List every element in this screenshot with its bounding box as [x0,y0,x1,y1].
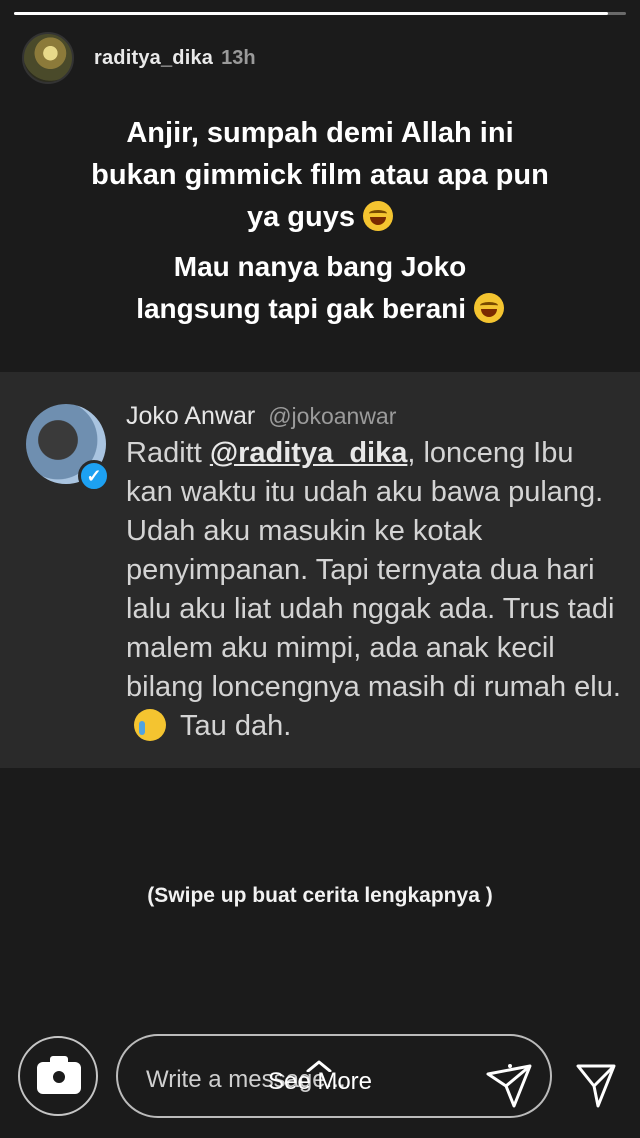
verified-badge-icon: ✓ [78,460,110,492]
username[interactable]: raditya_dika [94,47,213,70]
tweet-screenshot: ✓ Joko Anwar @jokoanwar Raditt @raditya_… [0,372,640,768]
tweet-text-prefix: Raditt [126,437,202,469]
crying-emoji-icon [134,709,166,741]
caption-1-text: Anjir, sumpah demi Allah ini bukan gimmi… [91,117,549,233]
story-progress-fill [14,12,608,15]
caption-2-text: Mau nanya bang Joko langsung tapi gak be… [136,251,467,324]
caption-text-1: Anjir, sumpah demi Allah ini bukan gimmi… [0,112,640,238]
tweet-author-handle: @jokoanwar [268,403,397,429]
laughing-emoji-icon [473,293,504,323]
story-viewer: raditya_dika 13h Anjir, sumpah demi Alla… [0,0,640,1138]
send-direct-icon[interactable] [484,1060,534,1110]
tweet-author: Joko Anwar @jokoanwar [126,402,396,431]
story-time: 13h [221,46,256,69]
caption-text-2: Mau nanya bang Joko langsung tapi gak be… [0,246,640,330]
share-icon[interactable] [574,1060,618,1110]
swipe-up-caption: (Swipe up buat cerita lengkapnya ) [147,884,493,907]
tweet-text-suffix: Tau dah. [180,710,292,742]
laughing-emoji-icon [363,201,394,231]
tweet-text-main: , lonceng Ibu kan waktu itu udah aku baw… [126,437,621,703]
tweet-author-name: Joko Anwar [126,402,256,430]
see-more-link[interactable]: See More [0,1068,640,1096]
story-progress-bar [14,12,626,15]
avatar[interactable] [22,32,74,84]
tweet-text: Raditt @raditya_dika, lonceng Ibu kan wa… [126,434,626,746]
tweet-mention: @raditya_dika [209,437,408,469]
story-header: raditya_dika 13h [22,30,256,86]
